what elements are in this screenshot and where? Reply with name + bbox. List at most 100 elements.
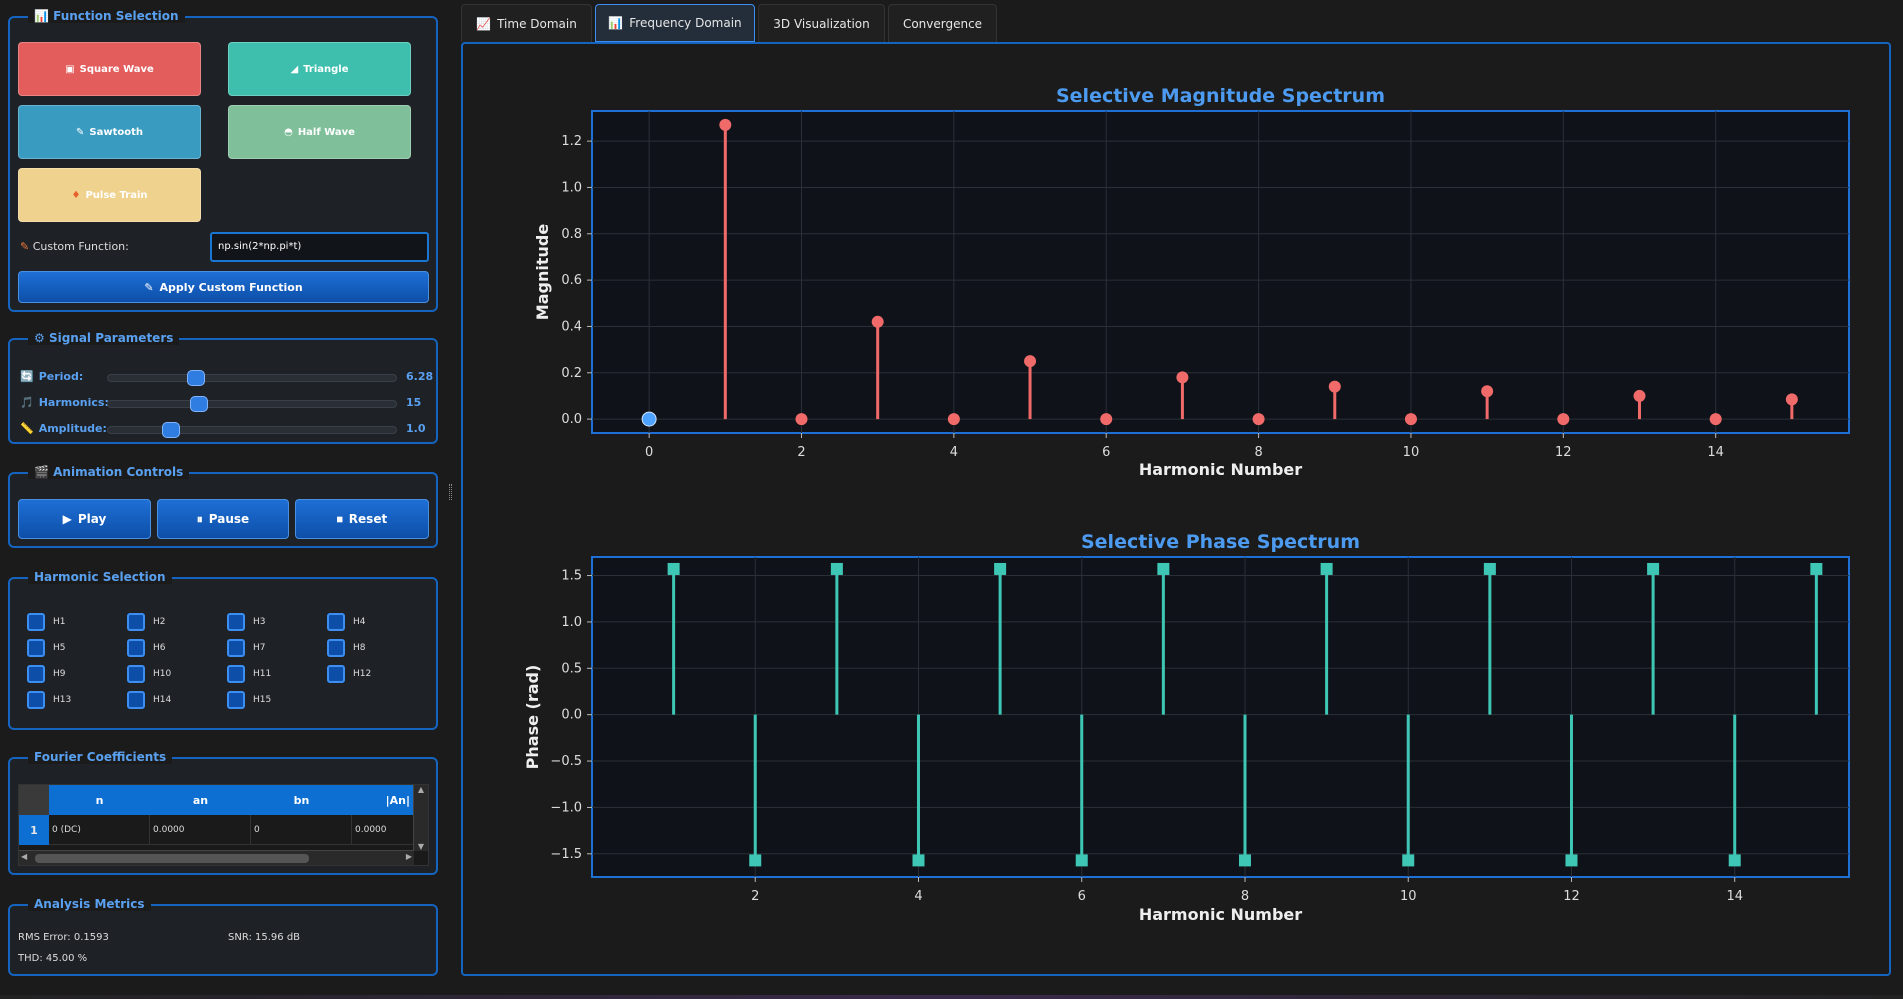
animation-controls-group: 🎬 Animation Controls ▶ Play ⏸ Pause ⏹ Reset xyxy=(8,465,438,548)
harmonic-checkbox-h15[interactable]: H15 xyxy=(227,691,271,709)
table-cell[interactable]: 0 xyxy=(251,815,352,844)
magnitude-marker xyxy=(1633,389,1646,402)
column-header-abs-an[interactable]: |An| xyxy=(352,785,414,815)
chart-title: Selective Magnitude Spectrum xyxy=(1056,85,1385,107)
checkbox-box[interactable] xyxy=(327,613,345,631)
table-row[interactable]: 0 (DC) 0.0000 0 0.0000 xyxy=(49,815,414,845)
harmonic-checkbox-h9[interactable]: H9 xyxy=(27,665,66,683)
scroll-down-icon[interactable]: ▼ xyxy=(414,842,428,851)
square-wave-button[interactable]: ▣ Square Wave xyxy=(18,42,201,96)
play-button[interactable]: ▶ Play xyxy=(18,499,151,539)
pulse-train-button[interactable]: ♦ Pulse Train xyxy=(18,168,201,222)
checkbox-box[interactable] xyxy=(127,639,145,657)
checkbox-box[interactable] xyxy=(227,639,245,657)
horizontal-scrollbar[interactable]: ◀ ▶ xyxy=(19,850,414,865)
pencil-icon: ✎ xyxy=(20,240,30,253)
harmonic-checkbox-h7[interactable]: H7 xyxy=(227,639,266,657)
custom-function-input[interactable]: np.sin(2*np.pi*t) xyxy=(210,232,429,262)
snr-text: SNR: 15.96 dB xyxy=(228,932,301,943)
tab-3d-visualization[interactable]: 3D Visualization xyxy=(758,4,885,42)
checkbox-box[interactable] xyxy=(327,639,345,657)
checkbox-box[interactable] xyxy=(227,665,245,683)
magnitude-marker xyxy=(1557,413,1570,426)
plot-area xyxy=(591,556,1850,878)
pulse-train-icon: ♦ xyxy=(71,189,81,201)
apply-custom-function-button[interactable]: ✎ Apply Custom Function xyxy=(18,271,429,303)
vertical-scrollbar[interactable]: ▲ ▼ xyxy=(413,785,428,851)
scroll-left-icon[interactable]: ◀ xyxy=(21,852,27,861)
checkbox-label: H12 xyxy=(353,669,372,679)
horizontal-scroll-thumb[interactable] xyxy=(35,854,309,863)
checkbox-box[interactable] xyxy=(27,665,45,683)
scroll-right-icon[interactable]: ▶ xyxy=(406,852,412,861)
column-header-an[interactable]: an xyxy=(150,785,251,815)
sawtooth-button[interactable]: ✎ Sawtooth xyxy=(18,105,201,159)
period-slider-handle[interactable] xyxy=(186,370,205,386)
x-tick-label: 8 xyxy=(1254,445,1262,460)
checkbox-box[interactable] xyxy=(27,639,45,657)
harmonic-checkbox-h4[interactable]: H4 xyxy=(327,613,366,631)
harmonic-checkbox-h6[interactable]: H6 xyxy=(127,639,166,657)
checkbox-box[interactable] xyxy=(227,613,245,631)
phase-marker xyxy=(1728,854,1741,867)
harmonic-checkbox-h3[interactable]: H3 xyxy=(227,613,266,631)
y-tick-label: −1.0 xyxy=(550,800,582,815)
magnitude-marker xyxy=(1252,413,1265,426)
checkbox-box[interactable] xyxy=(27,691,45,709)
frequency-domain-panel: 0.0 0.2 0.4 0.6 0.8 1.0 1.2 0 2 4 6 8 10 12 14 Selectiv… xyxy=(461,42,1891,976)
checkbox-label: H8 xyxy=(353,643,366,653)
table-cell[interactable]: 0.0000 xyxy=(150,815,251,844)
amplitude-slider[interactable] xyxy=(107,422,397,438)
checkbox-box[interactable] xyxy=(127,665,145,683)
harmonics-slider[interactable] xyxy=(107,396,397,412)
scroll-up-icon[interactable]: ▲ xyxy=(414,785,428,794)
function-selection-title: 📊 Function Selection xyxy=(28,9,185,23)
checkbox-box[interactable] xyxy=(127,691,145,709)
harmonic-checkbox-h2[interactable]: H2 xyxy=(127,613,166,631)
checkbox-box[interactable] xyxy=(27,613,45,631)
half-wave-button[interactable]: ◓ Half Wave xyxy=(228,105,411,159)
pause-button[interactable]: ⏸ Pause xyxy=(157,499,289,539)
table-cell[interactable]: 0 (DC) xyxy=(49,815,150,844)
harmonic-checkbox-h5[interactable]: H5 xyxy=(27,639,66,657)
phase-marker xyxy=(1238,854,1251,867)
bar-chart-icon: 📊 xyxy=(608,16,624,30)
animation-controls-title: 🎬 Animation Controls xyxy=(28,465,190,479)
magnitude-marker xyxy=(1176,371,1189,384)
harmonic-checkbox-h14[interactable]: H14 xyxy=(127,691,171,709)
column-header-bn[interactable]: bn xyxy=(251,785,352,815)
amplitude-slider-handle[interactable] xyxy=(162,422,181,438)
tab-frequency-domain[interactable]: 📊 Frequency Domain xyxy=(595,4,755,42)
table-cell[interactable]: 0.0000 xyxy=(352,815,414,844)
checkbox-label: H7 xyxy=(253,643,266,653)
checkbox-box[interactable] xyxy=(127,613,145,631)
harmonic-checkbox-h13[interactable]: H13 xyxy=(27,691,71,709)
reset-button[interactable]: ⏹ Reset xyxy=(295,499,429,539)
tab-time-domain[interactable]: 📈 Time Domain xyxy=(461,4,592,42)
column-header-n[interactable]: n xyxy=(49,785,150,815)
harmonic-checkbox-h12[interactable]: H12 xyxy=(327,665,371,683)
signal-parameters-title: ⚙ Signal Parameters xyxy=(28,331,180,345)
row-header[interactable]: 1 xyxy=(19,815,49,845)
x-tick-label: 6 xyxy=(1078,889,1086,904)
chart-title: Selective Phase Spectrum xyxy=(1081,531,1360,553)
checkbox-box[interactable] xyxy=(327,665,345,683)
tab-convergence[interactable]: Convergence xyxy=(888,4,997,42)
harmonic-checkbox-h11[interactable]: H11 xyxy=(227,665,271,683)
harmonic-checkbox-h1[interactable]: H1 xyxy=(27,613,66,631)
splitter-handle[interactable] xyxy=(449,484,452,500)
checkbox-label: H6 xyxy=(153,643,166,653)
harmonic-checkbox-h10[interactable]: H10 xyxy=(127,665,171,683)
harmonics-slider-handle[interactable] xyxy=(189,396,208,412)
harmonic-checkbox-h8[interactable]: H8 xyxy=(327,639,366,657)
y-tick-label: 1.0 xyxy=(561,615,582,630)
triangle-button[interactable]: ◢ Triangle xyxy=(228,42,411,96)
x-axis-label: Harmonic Number xyxy=(1139,460,1302,479)
checkbox-label: H13 xyxy=(53,695,72,705)
checkbox-box[interactable] xyxy=(227,691,245,709)
pause-icon: ⏸ xyxy=(196,511,203,526)
control-panel: 📊 Function Selection ▣ Square Wave ◢ Trian… xyxy=(0,0,444,999)
phase-marker xyxy=(1810,562,1823,575)
fourier-coefficients-group: Fourier Coefficients n an bn |An| 1 0 (D… xyxy=(8,750,438,875)
period-slider[interactable] xyxy=(107,370,397,386)
